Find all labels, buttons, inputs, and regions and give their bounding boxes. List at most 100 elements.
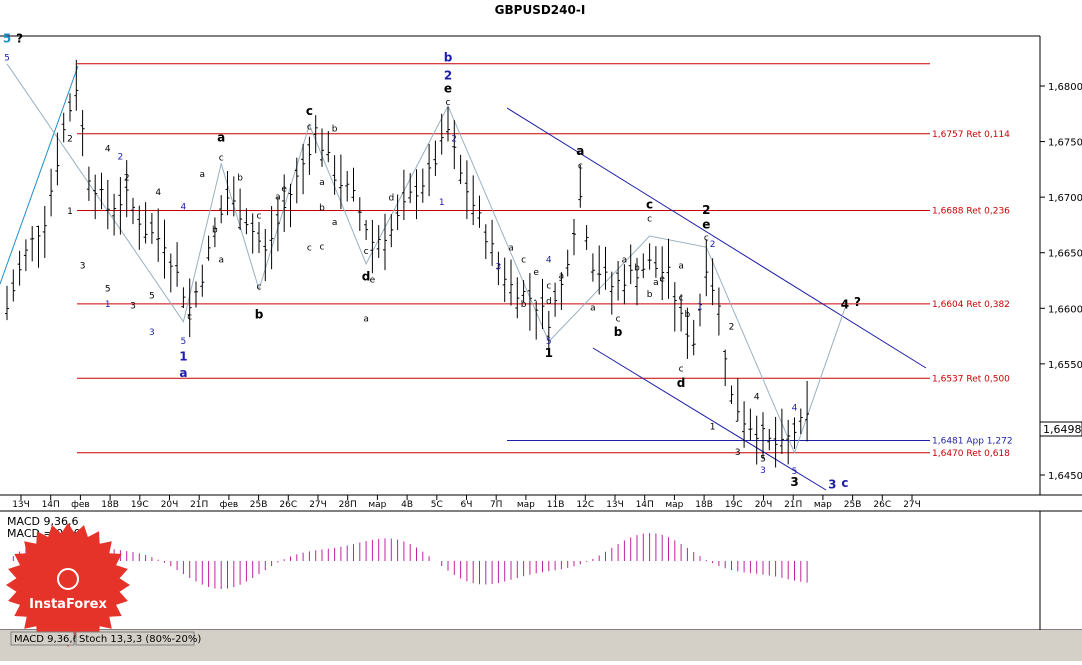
wave-label: c [704,233,709,243]
x-tick-label: 12С [576,500,594,510]
wave-label: a [363,315,369,325]
x-tick-label: 26С [873,500,891,510]
x-tick-label: 19С [131,500,149,510]
y-tick-label: 1,6650 [1048,249,1082,260]
wave-label: e [370,276,376,286]
wave-label: c [306,104,313,118]
indicator-tabs: MACD 9,36,6 Stoch 13,3,3 (80%-20%) [10,631,201,646]
x-tick-label: 27Ч [309,500,327,510]
wave-label: c [257,282,262,292]
level-label: 1,6481 App 1,272 [932,437,1013,447]
level-label: 1,6688 Ret 0,236 [932,206,1010,216]
wave-label: a [319,178,325,188]
price-chart: GBPUSD240-I 1,6757 Ret 0,114 1,6688 Ret 0… [0,0,1082,661]
wave-label: a [622,256,628,266]
wave-label: a [200,170,206,180]
wave-label: b [332,125,338,135]
wave-label: 4 [792,404,798,414]
instaforex-logo: InstaForex [6,523,130,647]
wave-label: 3 [149,328,155,338]
level-label: 1,6537 Ret 0,500 [932,374,1010,384]
wave-label: b [212,226,218,236]
wave-label: c [679,365,684,375]
logo-badge [6,523,130,647]
logo-text: InstaForex [29,597,107,612]
wave-label: 1 [710,422,716,432]
wave-label: b [444,51,453,65]
wave-label: e [659,275,665,285]
x-tick-label: 7П [490,500,503,510]
wave-label: 3 [80,261,86,271]
x-tick-label: 14П [636,500,654,510]
wave-label: e [533,268,539,278]
wave-label: e [444,82,452,96]
wave-label: b [521,300,527,310]
wave-label: 2 [118,152,124,162]
wave-label: a [332,218,338,228]
wave-label: d [362,270,371,284]
x-tick-label: 13Ч [606,500,624,510]
level-label: 1,6757 Ret 0,114 [932,130,1010,140]
wave-label: 1 [439,198,445,208]
x-tick-label: 4В [401,500,413,510]
wave-label: c [307,122,312,132]
x-tick-label: 21П [784,500,802,510]
wave-label: 2 [451,135,457,145]
wave-label: c [364,247,369,257]
wave-label: a [217,131,225,145]
wave-label: a [653,278,659,288]
wave-label: b [255,307,264,321]
wave-label: a [218,256,224,266]
y-tick-label: 1,6750 [1048,138,1082,149]
wave-label: 3 [790,475,798,489]
x-tick-label: 6Ч [461,500,473,510]
wave-label: c [546,281,551,291]
x-tick-label: мар [368,500,386,510]
x-tick-label: 14П [42,500,60,510]
wave-label: c [679,294,684,304]
wave-label: ? [16,32,23,46]
chart-window: GBPUSD240-I 1,6757 Ret 0,114 1,6688 Ret 0… [0,0,1082,661]
wave-label: 4 [105,145,111,155]
wave-label: a [508,243,514,253]
wave-label: a [275,192,281,202]
wave-label: b [319,203,325,213]
wave-label: 1 [545,346,553,360]
tab-macd-label: MACD 9,36,6 [14,634,79,645]
x-tick-label: мар [665,500,683,510]
wave-label: c [647,215,652,225]
wave-label: 3 [496,262,502,272]
wave-label: c [616,315,621,325]
x-tick-label: 26С [279,500,297,510]
x-tick-label: фев [71,500,90,510]
wave-label: a [678,261,684,271]
wave-label: c [446,98,451,108]
wave-label: b [634,264,640,274]
wave-label: 5 [3,32,11,46]
y-tick-label: 1,6700 [1048,193,1082,204]
x-tick-label: 25В [250,500,268,510]
wave-label: d [546,297,552,307]
wave-label: c [320,242,325,252]
x-tick-label: 21П [190,500,208,510]
wave-label: a [179,366,187,380]
wave-label: c [841,476,848,490]
wave-label: 4 [181,202,187,212]
wave-label: c [187,312,192,322]
level-label: 1,6470 Ret 0,618 [932,449,1010,459]
wave-label: a [590,304,596,314]
wave-label: d [677,376,686,390]
wave-label: e [702,217,710,231]
y-tick-label: 1,6550 [1048,360,1082,371]
wave-label: 3 [760,466,766,476]
x-tick-label: 13Ч [12,500,30,510]
chart-title: GBPUSD240-I [495,3,586,17]
wave-label: 5 [105,285,111,295]
wave-label: c [219,153,224,163]
wave-label: c [521,256,526,266]
wave-label: d [388,193,394,203]
wave-label: 5 [4,53,10,63]
wave-label: 1 [105,300,111,310]
wave-label: c [578,161,583,171]
wave-label: 4 [841,297,849,311]
